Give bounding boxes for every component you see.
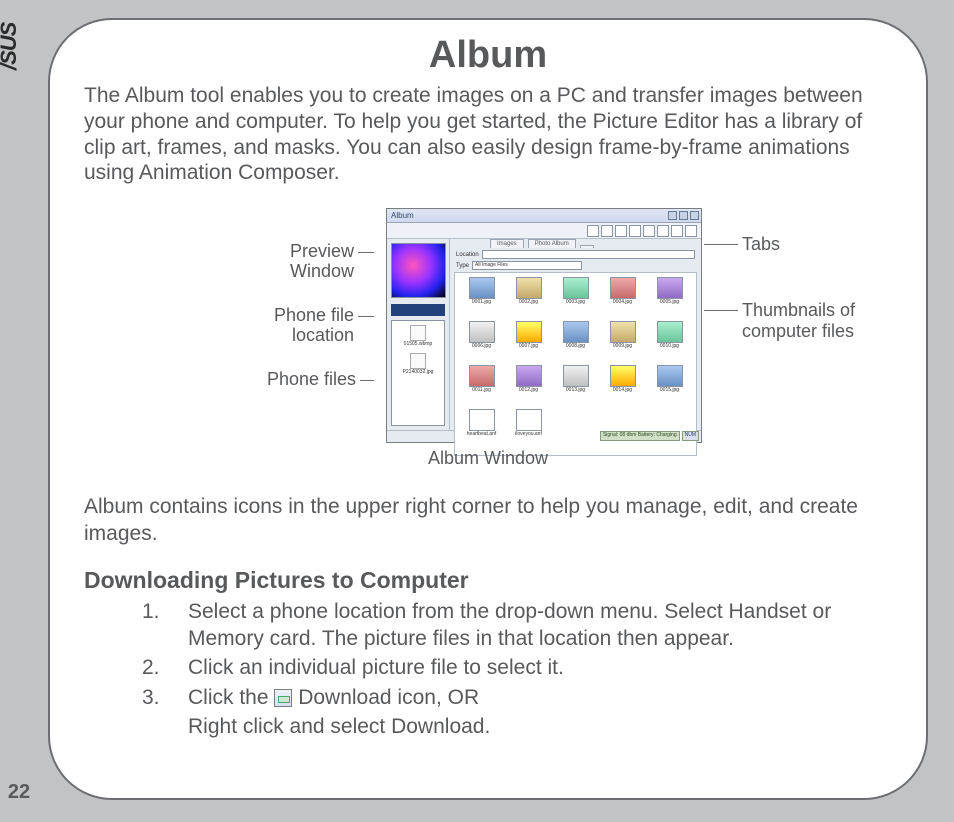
phone-files-pane: 01505.wbmp P2140032.jpg — [391, 320, 445, 426]
thumb: 0007.jpg — [506, 321, 551, 363]
page-number: 22 — [8, 781, 30, 804]
preview-window — [391, 243, 446, 298]
toolbar-icon — [615, 225, 627, 237]
toolbar-icon — [587, 225, 599, 237]
content-panel: Album The Album tool enables you to crea… — [48, 18, 928, 800]
min-icon — [668, 211, 677, 220]
thumb: iloveyou.anf — [506, 409, 551, 451]
intro-paragraph: The Album tool enables you to create ima… — [84, 83, 892, 186]
page-title: Album — [84, 34, 892, 77]
brand-logo: /SUS — [0, 23, 22, 70]
thumb: 0004.jpg — [600, 277, 645, 319]
step-2: 2.Click an individual picture file to se… — [142, 654, 892, 681]
thumb: 0005.jpg — [647, 277, 692, 319]
location-bar: Location TypeAll Image Files — [450, 248, 701, 272]
phone-file: P2140032.jpg — [396, 353, 440, 375]
download-icon — [274, 689, 292, 707]
step-1: 1.Select a phone location from the drop-… — [142, 598, 892, 653]
thumb: heartbeat.anf — [459, 409, 504, 451]
toolbar-icon — [601, 225, 613, 237]
thumb: 0001.jpg — [459, 277, 504, 319]
tab: Images — [490, 239, 524, 248]
callout-thumbs: Thumbnails of computer files — [742, 300, 862, 341]
step-3: 3.Click the Download icon, OR — [142, 684, 892, 711]
body-paragraph: Album contains icons in the upper right … — [84, 494, 892, 547]
app-title: Album — [391, 211, 414, 220]
status-signal: Signal: 08 dbm Battery: Charging — [600, 431, 680, 441]
thumb: 0012.jpg — [506, 365, 551, 407]
thumb: 0006.jpg — [459, 321, 504, 363]
phone-file: 01505.wbmp — [396, 325, 440, 347]
max-icon — [679, 211, 688, 220]
section-heading: Downloading Pictures to Computer — [84, 567, 892, 594]
app-toolbar — [387, 223, 701, 239]
app-titlebar: Album — [387, 209, 701, 223]
thumbnail-grid: 0001.jpg 0002.jpg 0003.jpg 0004.jpg 0005… — [454, 272, 697, 456]
callout-tabs: Tabs — [742, 234, 780, 255]
toolbar-icon — [657, 225, 669, 237]
tab: Photo Album — [528, 239, 576, 248]
close-icon — [690, 211, 699, 220]
thumb: 0002.jpg — [506, 277, 551, 319]
toolbar-icon — [671, 225, 683, 237]
tabs-row: Images Photo Album — [450, 239, 701, 248]
thumb: 0011.jpg — [459, 365, 504, 407]
callout-phone-files: Phone files — [267, 370, 356, 390]
status-num: NUM — [682, 431, 699, 441]
toolbar-icon — [643, 225, 655, 237]
thumb: 0010.jpg — [647, 321, 692, 363]
thumb: 0003.jpg — [553, 277, 598, 319]
thumb: 0009.jpg — [600, 321, 645, 363]
figure: Preview Window Phone file location Phone… — [84, 208, 892, 468]
toolbar-icon — [629, 225, 641, 237]
phone-location-dropdown — [391, 304, 445, 316]
album-window-screenshot: Album 01505.wbmp P2140032 — [386, 208, 702, 443]
steps-list: 1.Select a phone location from the drop-… — [84, 598, 892, 711]
toolbar-icon — [685, 225, 697, 237]
callout-phone-loc: Phone file location — [254, 306, 354, 346]
thumb: 0014.jpg — [600, 365, 645, 407]
figure-caption: Album Window — [84, 448, 892, 469]
step-3-continuation: Right click and select Download. — [84, 713, 892, 740]
callout-preview: Preview Window — [274, 242, 354, 282]
thumb: 0013.jpg — [553, 365, 598, 407]
thumb: 0015.jpg — [647, 365, 692, 407]
thumb: 0008.jpg — [553, 321, 598, 363]
